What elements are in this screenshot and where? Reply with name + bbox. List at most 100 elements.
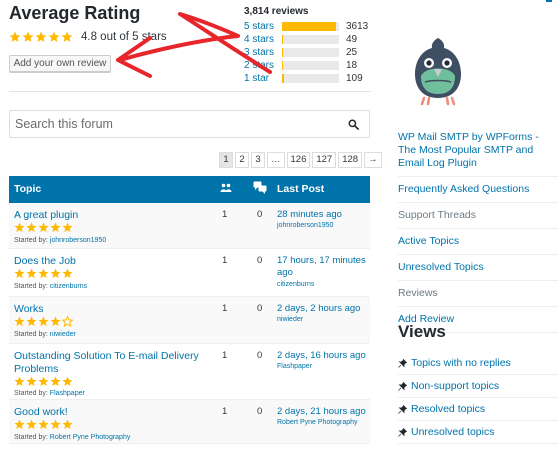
star-filled-icon [38,376,49,386]
views-list: Topics with no replies Non-support topics… [398,352,558,444]
page-link[interactable]: 2 [235,152,249,168]
star-filled-icon [14,419,25,429]
topics-table: Topic Last Post A great plugin Started by… [9,176,370,444]
page-link[interactable]: 126 [286,152,311,168]
sidebar-item-unresolved-topics[interactable]: Unresolved Topics [398,255,558,281]
page-link[interactable]: 128 [338,152,363,168]
star-filled-icon [50,268,61,278]
star-filled-icon [38,268,49,278]
topic-rating-stars [14,316,73,327]
topic-voice-count: 1 [222,303,228,314]
posts-icon [253,181,267,194]
star-filled-icon [38,316,49,326]
star-filled-icon [38,419,49,429]
table-row: Does the Job Started by: citizenburns 1 0 17… [9,249,370,297]
topic-rating-stars [14,222,73,233]
last-post-author-link[interactable]: citizenburns [277,281,314,288]
star-empty-icon [62,316,73,327]
last-post-time-link[interactable]: 2 days, 21 hours ago [277,406,369,418]
topic-author-link[interactable]: niwieder [50,331,76,338]
last-post-time-link[interactable]: 2 days, 2 hours ago [277,303,369,315]
star-filled-icon [14,376,25,386]
voices-icon [220,183,232,192]
star-filled-icon [62,268,73,278]
views-item[interactable]: Resolved topics [398,398,558,421]
plugin-pigeon-logo [415,38,461,106]
topic-author-link[interactable]: johnroberson1950 [50,237,106,244]
section-divider [9,91,371,92]
star-filled-icon [62,376,73,386]
sidebar-plugin-name[interactable]: WP Mail SMTP by WPForms - The Most Popul… [398,125,558,177]
topic-started-by: Started by: Robert Pyne Photography [14,434,131,441]
topic-author-link[interactable]: Robert Pyne Photography [50,434,131,441]
sidebar-item-support-threads[interactable]: Support Threads [398,203,558,229]
page-link[interactable]: 3 [251,152,265,168]
topic-rating-stars [14,376,73,387]
star-filled-icon [14,222,25,232]
forum-search[interactable] [9,110,370,138]
topic-post-count: 0 [257,255,263,266]
last-post-time-link[interactable]: 17 hours, 17 minutes ago [277,255,369,279]
pin-icon [398,358,407,368]
views-item-label: Resolved topics [411,403,486,415]
topic-started-by: Started by: niwieder [14,331,76,338]
header-last-post: Last Post [277,183,325,195]
plugin-sidebar-nav: WP Mail SMTP by WPForms - The Most Popul… [398,125,558,333]
topic-title-link[interactable]: A great plugin [14,209,199,222]
topic-started-by: Started by: johnroberson1950 [14,237,107,244]
topic-post-count: 0 [257,303,263,314]
views-heading: Views [398,322,446,341]
topic-voice-count: 1 [222,209,228,220]
star-filled-icon [14,268,25,278]
views-item-label: Topics with no replies [411,357,511,369]
star-filled-icon [26,316,37,326]
page-link[interactable]: 127 [312,152,337,168]
star-filled-icon [62,222,73,232]
views-item[interactable]: Unresolved topics [398,421,558,444]
table-row: Good work! Started by: Robert Pyne Photog… [9,400,370,444]
topic-voice-count: 1 [222,406,228,417]
search-input[interactable] [15,114,335,134]
views-item-label: Unresolved topics [411,426,495,438]
page-link: … [267,152,285,168]
topic-rating-stars [14,419,73,430]
sidebar-item-active-topics[interactable]: Active Topics [398,229,558,255]
sidebar-item-faq[interactable]: Frequently Asked Questions [398,177,558,203]
topic-post-count: 0 [257,406,263,417]
topic-title-link[interactable]: Does the Job [14,255,199,268]
topic-post-count: 0 [257,209,263,220]
last-post-author-link[interactable]: Robert Pyne Photography [277,419,358,426]
last-post-time-link[interactable]: 2 days, 16 hours ago [277,350,369,362]
next-page-button[interactable]: → [364,152,382,168]
last-post-author-link[interactable]: johnroberson1950 [277,222,333,229]
last-post-author-link[interactable]: niwieder [277,316,303,323]
topic-author-link[interactable]: citizenburns [50,283,87,290]
last-post-author-link[interactable]: Flashpaper [277,363,312,370]
views-item-label: Non-support topics [411,380,500,392]
star-filled-icon [26,419,37,429]
sidebar-item-reviews[interactable]: Reviews [398,281,558,307]
topic-voice-count: 1 [222,255,228,266]
views-item[interactable]: Topics with no replies [398,352,558,375]
star-filled-icon [26,222,37,232]
star-filled-icon [50,316,61,326]
topic-title-link[interactable]: Outstanding Solution To E-mail Delivery … [14,350,199,376]
topic-rating-stars [14,268,73,279]
topic-title-link[interactable]: Good work! [14,406,199,419]
search-icon[interactable] [348,119,359,130]
page-link[interactable]: 1 [219,152,233,168]
star-filled-icon [50,419,61,429]
star-filled-icon [14,316,25,326]
pin-icon [398,404,407,414]
star-filled-icon [50,376,61,386]
topic-title-link[interactable]: Works [14,303,199,316]
views-item[interactable]: Non-support topics [398,375,558,398]
star-filled-icon [38,222,49,232]
last-post-time-link[interactable]: 28 minutes ago [277,209,369,221]
table-row: A great plugin Started by: johnroberson19… [9,203,370,249]
star-filled-icon [26,268,37,278]
topic-author-link[interactable]: Flashpaper [50,390,85,397]
topic-started-by: Started by: Flashpaper [14,390,85,397]
topic-started-by: Started by: citizenburns [14,283,88,290]
pin-icon [398,381,407,391]
